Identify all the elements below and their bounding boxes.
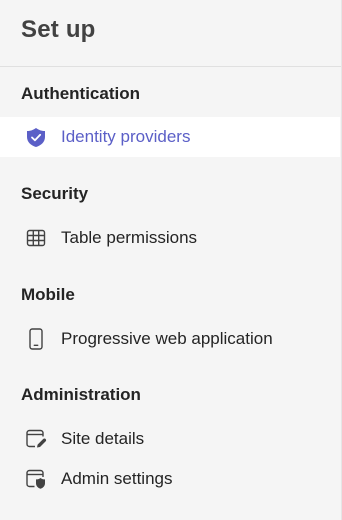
shield-check-icon xyxy=(25,126,47,148)
nav-item-label: Admin settings xyxy=(61,469,173,488)
window-shield-icon xyxy=(25,468,47,490)
section-label-administration: Administration xyxy=(21,385,141,404)
nav-item-site-details[interactable]: Site details xyxy=(0,419,340,459)
table-grid-icon xyxy=(25,227,47,249)
setup-panel: Set up Authentication Identity providers… xyxy=(0,0,342,520)
nav-item-admin-settings[interactable]: Admin settings xyxy=(0,459,340,499)
section-label-security: Security xyxy=(21,184,89,203)
mobile-phone-icon xyxy=(25,328,47,350)
panel-header: Set up xyxy=(0,0,341,67)
section-label-authentication: Authentication xyxy=(21,84,140,103)
nav-item-identity-providers[interactable]: Identity providers xyxy=(0,117,340,157)
nav-item-label: Progressive web application xyxy=(61,329,273,348)
nav-item-label: Site details xyxy=(61,429,145,448)
panel-title: Set up xyxy=(21,16,96,43)
window-edit-icon xyxy=(25,428,47,450)
nav-item-progressive-web-application[interactable]: Progressive web application xyxy=(0,319,340,359)
nav-item-label: Identity providers xyxy=(61,127,191,146)
nav-item-label: Table permissions xyxy=(61,228,198,247)
nav-item-table-permissions[interactable]: Table permissions xyxy=(0,218,340,258)
section-label-mobile: Mobile xyxy=(21,285,75,304)
